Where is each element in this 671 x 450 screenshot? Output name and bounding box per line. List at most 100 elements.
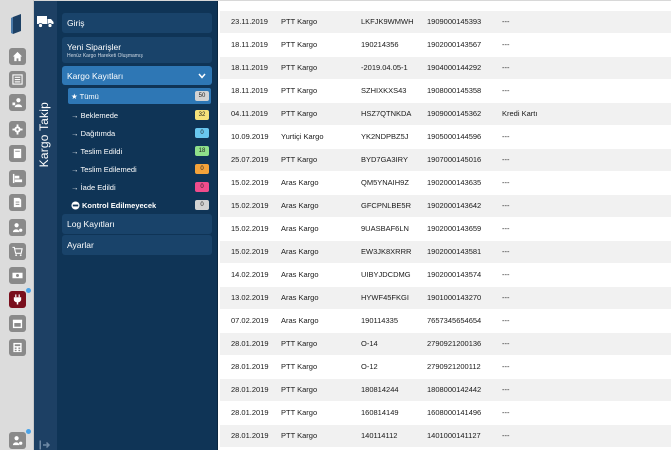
table-row[interactable]: 10.09.2019 Yurtiçi Kargo YK2NDPBZ5J 1905000…: [220, 126, 671, 148]
cargo-company-cell: Aras Kargo: [281, 178, 319, 187]
tracking-code-cell: LKFJK9WMWH: [361, 17, 414, 26]
subitem-teslim-edildi[interactable]: → Teslim Edildi 18: [68, 143, 211, 159]
tracking-code-cell: UIBYJDCDMG: [361, 270, 411, 279]
calculator-icon: [13, 342, 22, 353]
cargo-company-cell: Aras Kargo: [281, 293, 319, 302]
tracking-code-cell: 180814244: [361, 385, 399, 394]
date-cell: 28.01.2019: [231, 431, 269, 440]
subitem-teslim-edilemedi[interactable]: → Teslim Edilemedi 0: [68, 161, 211, 177]
barcode-cell: 1808000142442: [427, 385, 482, 394]
date-cell: 13.02.2019: [231, 293, 269, 302]
tracking-code-cell: 190114335: [361, 316, 398, 325]
tracking-code-cell: O-14: [361, 339, 378, 348]
table-row[interactable]: 28.01.2019 PTT Kargo 160814149 160800014149…: [220, 402, 671, 424]
tracking-code-cell: GFCPNLBE5R: [361, 201, 412, 210]
calculator-button[interactable]: [9, 339, 26, 356]
note-cell: ---: [502, 316, 510, 325]
date-cell: 15.02.2019: [231, 178, 269, 187]
tracking-code-cell: SZHIXKXS43: [361, 86, 407, 95]
note-cell: ---: [502, 63, 510, 72]
table-row[interactable]: 07.02.2019 Aras Kargo 190114335 76573456546…: [220, 310, 671, 332]
warehouse-button[interactable]: [9, 170, 26, 187]
barcode-cell: 1608000141496: [427, 408, 482, 417]
cargo-company-cell: Aras Kargo: [281, 270, 319, 279]
menu-item-log-kayitlari[interactable]: Log Kayıtları: [62, 214, 212, 234]
note-cell: ---: [502, 408, 510, 417]
table-row[interactable]: 13.02.2019 Aras Kargo HYWF45FKGI 1901000143…: [220, 287, 671, 309]
cargo-company-cell: PTT Kargo: [281, 155, 318, 164]
note-cell: ---: [502, 224, 510, 233]
notification-dot: [26, 288, 31, 293]
money-button[interactable]: [9, 267, 26, 284]
user-account-button[interactable]: [9, 432, 26, 449]
book-icon: [13, 148, 22, 159]
integration-button[interactable]: [9, 291, 26, 308]
home-icon: [12, 51, 23, 62]
date-cell: 15.02.2019: [231, 224, 269, 233]
note-cell: ---: [502, 155, 510, 164]
cargo-company-cell: PTT Kargo: [281, 385, 318, 394]
cargo-company-cell: PTT Kargo: [281, 109, 318, 118]
table-row[interactable]: 15.02.2019 Aras Kargo GFCPNLBE5R 1902000143…: [220, 195, 671, 217]
subitem-kontrol-edilmeyecek[interactable]: Kontrol Edilmeyecek 0: [68, 197, 211, 213]
document-button[interactable]: [9, 194, 26, 211]
settings-button[interactable]: [9, 121, 26, 138]
menu-item-giris[interactable]: Giriş: [62, 13, 212, 33]
home-button[interactable]: [9, 48, 26, 65]
date-cell: 18.11.2019: [231, 63, 268, 72]
note-cell: Kredi Kartı: [502, 109, 538, 118]
list-button[interactable]: [9, 71, 26, 88]
exit-icon[interactable]: [39, 440, 51, 450]
user-gear-icon: [12, 223, 23, 233]
table-row[interactable]: 25.07.2019 PTT Kargo BYD7GA3IRY 19070001450…: [220, 149, 671, 171]
table-row[interactable]: 28.01.2019 PTT Kargo O-14 2790921200136 ---: [220, 333, 671, 355]
cart-button[interactable]: [9, 243, 26, 260]
cargo-company-cell: PTT Kargo: [281, 86, 318, 95]
barcode-cell: 1902000143581: [427, 247, 482, 256]
barcode-cell: 2790921200112: [427, 362, 481, 371]
block-icon: [71, 200, 80, 210]
cargo-company-cell: PTT Kargo: [281, 362, 318, 371]
table-row[interactable]: 15.02.2019 Aras Kargo QM5YNAIH9Z 1902000143…: [220, 172, 671, 194]
user-settings-button[interactable]: [9, 219, 26, 236]
menu-item-ayarlar[interactable]: Ayarlar: [62, 235, 212, 255]
date-cell: 28.01.2019: [231, 408, 269, 417]
tracking-code-cell: HSZ7QTNKDA: [361, 109, 412, 118]
cargo-company-cell: Aras Kargo: [281, 201, 319, 210]
menu-item-yeni-siparisler[interactable]: Yeni Siparişler Henüz Kargo Hareketi Olu…: [62, 37, 212, 63]
tracking-code-cell: EW3JK8XRRR: [361, 247, 412, 256]
table-row[interactable]: 28.01.2019 PTT Kargo 180814244 180800014244…: [220, 379, 671, 401]
table-row[interactable]: 15.02.2019 Aras Kargo EW3JK8XRRR 1902000143…: [220, 241, 671, 263]
subitem-dagitimda[interactable]: → Dağıtımda 0: [68, 125, 211, 141]
count-badge: 0: [195, 128, 209, 138]
date-cell: 28.01.2019: [231, 362, 269, 371]
table-row[interactable]: 18.11.2019 PTT Kargo -2019.04.05-1 19040001…: [220, 57, 671, 79]
tracking-code-cell: QM5YNAIH9Z: [361, 178, 409, 187]
table-row[interactable]: 18.11.2019 PTT Kargo SZHIXKXS43 19080001453…: [220, 80, 671, 102]
book-button[interactable]: [9, 145, 26, 162]
tracking-code-cell: -2019.04.05-1: [361, 63, 408, 72]
count-badge: 18: [195, 146, 209, 156]
menu-item-kargo-kayitlari[interactable]: Kargo Kayıtları: [62, 66, 212, 85]
subitem-label: → İade Edildi: [71, 182, 116, 192]
note-cell: ---: [502, 431, 510, 440]
user-tag-button[interactable]: [9, 94, 26, 111]
subitem-iade-edildi[interactable]: → İade Edildi 0: [68, 179, 211, 195]
barcode-cell: 1401000141127: [427, 431, 481, 440]
date-cell: 07.02.2019: [231, 316, 269, 325]
note-cell: ---: [502, 270, 510, 279]
table-row[interactable]: 28.01.2019 PTT Kargo 140114112 140100014112…: [220, 425, 671, 447]
subitem-tumu[interactable]: ★ Tümü 50: [68, 88, 211, 104]
table-row[interactable]: 04.11.2019 PTT Kargo HSZ7QTNKDA 19090001453…: [220, 103, 671, 125]
table-row[interactable]: 14.02.2019 Aras Kargo UIBYJDCDMG 1902000143…: [220, 264, 671, 286]
user-notification-dot: [26, 429, 31, 434]
menu-item-label: Log Kayıtları: [67, 219, 115, 229]
calendar-button[interactable]: [9, 315, 26, 332]
table-row[interactable]: 23.11.2019 PTT Kargo LKFJK9WMWH 19090001453…: [220, 11, 671, 33]
table-row[interactable]: 15.02.2019 Aras Kargo 9UASBAF6LN 1902000143…: [220, 218, 671, 240]
subitem-beklemede[interactable]: → Beklemede 32: [68, 107, 211, 123]
table-row[interactable]: 28.01.2019 PTT Kargo O-12 2790921200112 ---: [220, 356, 671, 378]
tracking-code-cell: 140114112: [361, 431, 398, 440]
table-row[interactable]: 18.11.2019 PTT Kargo 190214356 190200014356…: [220, 34, 671, 56]
cargo-company-cell: PTT Kargo: [281, 339, 318, 348]
